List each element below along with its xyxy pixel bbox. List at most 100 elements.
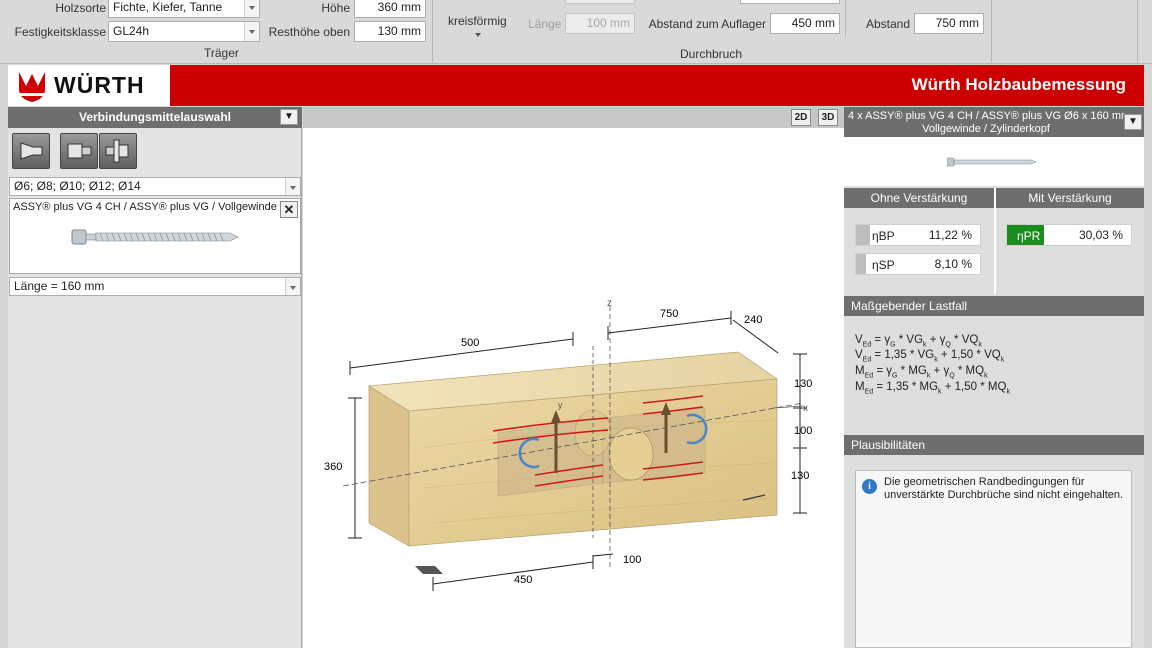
logo-text: WÜRTH (54, 72, 145, 98)
laenge-input: 100 mm (565, 13, 635, 34)
chevron-down-icon[interactable] (244, 22, 259, 41)
tool-connector-countersunk-button[interactable] (12, 133, 50, 169)
screw-card[interactable]: ASSY® plus VG 4 CH / ASSY® plus VG / Vol… (9, 198, 301, 274)
dim-130-bottom: 130 (791, 470, 809, 482)
tool-connector-cylinder-button[interactable] (60, 133, 98, 169)
mit-verstaerkung-header: Mit Verstärkung (996, 188, 1144, 208)
screw-name: ASSY® plus VG 4 CH / ASSY® plus VG / Vol… (13, 201, 277, 213)
abstand-input[interactable]: 750 mm (914, 13, 984, 34)
length-value: Länge = 160 mm (14, 279, 105, 293)
tool-connector-washer-button[interactable] (99, 133, 137, 169)
dim-450: 450 (514, 574, 532, 586)
ribbon-divider (1137, 0, 1138, 62)
plausibility-message: i Die geometrischen Randbedingungen für … (855, 470, 1132, 648)
dim-130-top: 130 (794, 378, 812, 390)
eta-pr-result: ηPR 30,03 % (1006, 224, 1132, 246)
chevron-down-icon[interactable] (285, 178, 300, 195)
ribbon-divider (432, 0, 433, 62)
chevron-down-icon[interactable] (244, 0, 259, 17)
holzsorte-label: Holzsorte (55, 1, 106, 15)
resthoehe-input[interactable]: 130 mm (354, 21, 426, 42)
dim-100-length: 100 (623, 554, 641, 566)
eta-bp-bar (856, 225, 870, 245)
auflager-top-input[interactable] (740, 0, 840, 4)
screw-image (947, 157, 1037, 167)
dim-750: 750 (660, 308, 678, 320)
plausibility-text: Die geometrischen Randbedingungen für un… (884, 476, 1124, 501)
ribbon-divider (845, 0, 846, 36)
hoehe-label: Höhe (321, 1, 350, 15)
festigkeitsklasse-value: GL24h (113, 24, 150, 38)
holzsorte-value: Fichte, Kiefer, Tanne (113, 0, 223, 14)
beam-3d-model: 500 750 240 360 130 100 130 100 450 z x … (324, 298, 812, 591)
circular-opening (608, 427, 654, 481)
ribbon-toolbar: Holzsorte Fichte, Kiefer, Tanne Festigke… (0, 0, 1152, 64)
view-2d-button[interactable]: 2D (791, 109, 811, 126)
chevron-down-icon[interactable] (285, 278, 300, 295)
durchbruch-group-label: Durchbruch (680, 47, 743, 61)
plausibilitaeten-header: Plausibilitäten (844, 435, 1144, 455)
washer-head-screw-icon (105, 139, 129, 163)
festigkeitsklasse-select[interactable]: GL24h (108, 21, 260, 42)
countersunk-screw-icon (20, 142, 43, 160)
form-value: kreisförmig (448, 14, 507, 28)
axis-x-label: x (803, 403, 808, 414)
eta-pr-symbol: ηPR (1017, 229, 1041, 243)
eta-bp-result: ηBP 11,22 % (855, 224, 981, 246)
axis-z-label: z (607, 298, 612, 309)
result-title-line1: 4 x ASSY® plus VG 4 CH / ASSY® plus VG Ø… (848, 110, 1124, 122)
formula-med-numeric: MEd = 1,35 * MGk + 1,50 * MQk (855, 381, 1010, 396)
festigkeitsklasse-label: Festigkeitsklasse (14, 25, 106, 39)
axis-y-label: y (558, 400, 563, 410)
formula-ved-symbolic: VEd = γG * VGk + γQ * VQk (855, 334, 982, 349)
auflager-label: Abstand zum Auflager (648, 17, 766, 31)
dim-360: 360 (324, 461, 342, 473)
result-title-line2: Vollgewinde / Zylinderkopf (922, 123, 1050, 135)
eta-bp-symbol: ηBP (872, 229, 895, 243)
eta-sp-symbol: ηSP (872, 258, 895, 272)
window-edge (1144, 65, 1152, 648)
dim-500: 500 (461, 337, 479, 349)
lastfall-header: Maßgebender Lastfall (844, 296, 1144, 316)
hoehe-input[interactable]: 360 mm (354, 0, 426, 18)
verbindungsmittel-title: Verbindungsmittelauswahl (8, 107, 302, 128)
ribbon-divider (991, 0, 992, 62)
diameter-value: Ø6; Ø8; Ø10; Ø12; Ø14 (14, 179, 141, 193)
eta-sp-result: ηSP 8,10 % (855, 253, 981, 275)
dim-240: 240 (744, 314, 762, 326)
form-dropdown[interactable]: kreisförmig (444, 8, 512, 40)
traeger-group-label: Träger (204, 46, 239, 60)
auflager-input[interactable]: 450 mm (770, 13, 840, 34)
diameter-select[interactable]: Ø6; Ø8; Ø10; Ø12; Ø14 (9, 177, 301, 196)
wuerth-logo: WÜRTH (8, 65, 170, 106)
app-title: Würth Holzbaubemessung (911, 75, 1126, 94)
eta-pr-value: 30,03 % (1078, 228, 1123, 242)
abstand-label: Abstand (865, 17, 910, 31)
formula-ved-numeric: VEd = 1,35 * VGk + 1,50 * VQk (855, 349, 1005, 364)
filter-icon[interactable]: ▼ (280, 109, 298, 125)
dim-100-opening: 100 (794, 425, 812, 437)
filter-add-icon[interactable]: ▼ (1124, 114, 1142, 130)
screw-image (71, 229, 239, 245)
chevron-down-icon[interactable] (475, 33, 481, 37)
viewport-toolbar (303, 107, 844, 128)
length-select[interactable]: Länge = 160 mm (9, 277, 301, 296)
eta-bp-value: 11,22 % (928, 228, 972, 242)
eta-sp-value: 8,10 % (934, 257, 972, 271)
ohne-verstaerkung-header: Ohne Verstärkung (844, 188, 994, 208)
durchmesser-input (565, 0, 635, 4)
laenge-label: Länge (528, 17, 562, 31)
holzsorte-select[interactable]: Fichte, Kiefer, Tanne (108, 0, 260, 18)
formula-med-symbolic: MEd = γG * MGk + γQ * MQk (855, 365, 988, 380)
view-3d-button[interactable]: 3D (818, 109, 838, 126)
cylinder-head-screw-icon (67, 143, 92, 159)
resthoehe-label: Resthöhe oben (268, 25, 350, 39)
info-icon: i (862, 479, 877, 494)
result-title-bar: 4 x ASSY® plus VG 4 CH / ASSY® plus VG Ø… (844, 107, 1144, 137)
eta-sp-bar (856, 254, 866, 274)
close-icon[interactable]: ✕ (280, 201, 298, 218)
panel-divider (994, 188, 996, 294)
result-screw-preview (844, 137, 1144, 186)
beam-end-face (368, 385, 410, 547)
support-marker (415, 566, 443, 574)
